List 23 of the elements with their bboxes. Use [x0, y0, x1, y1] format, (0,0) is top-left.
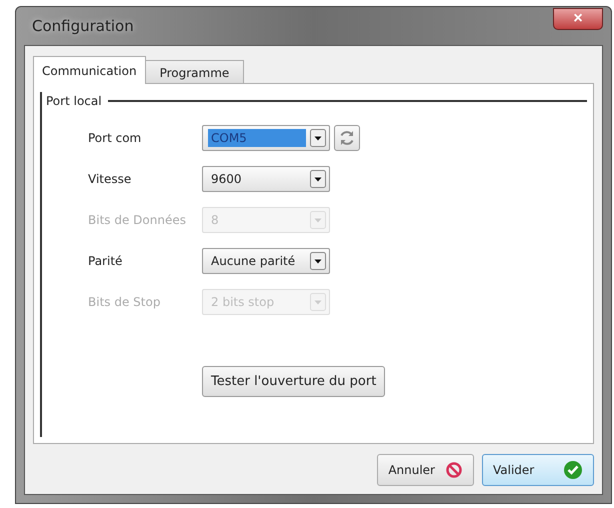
- dropdown-value: 8: [210, 212, 220, 229]
- dropdown-value: COM5: [208, 129, 306, 147]
- field-label: Bits de Données: [88, 213, 187, 227]
- ok-button[interactable]: Valider: [482, 454, 594, 486]
- dropdown[interactable]: Aucune parité: [202, 248, 330, 274]
- dropdown-value: 9600: [210, 171, 243, 188]
- test-port-button[interactable]: Tester l'ouverture du port: [202, 366, 386, 397]
- tab[interactable]: Programme: [144, 60, 244, 84]
- group-title: Port local: [45, 94, 103, 108]
- prohibited-icon: [445, 461, 463, 479]
- refresh-icon: [338, 129, 356, 147]
- dropdown-value: Aucune parité: [210, 253, 296, 270]
- refresh-button[interactable]: [334, 125, 360, 151]
- dropdown[interactable]: 9600: [202, 166, 330, 192]
- dropdown-value: 2 bits stop: [210, 294, 276, 311]
- field-label: Bits de Stop: [88, 295, 162, 309]
- field-label: Port com: [88, 131, 142, 145]
- tab[interactable]: Communication: [33, 56, 146, 84]
- window-title: Configuration: [31, 17, 134, 35]
- field-label: Parité: [88, 254, 124, 268]
- checkmark-icon: [563, 460, 583, 480]
- cancel-button[interactable]: Annuler: [377, 454, 474, 486]
- field-label: Vitesse: [88, 172, 132, 186]
